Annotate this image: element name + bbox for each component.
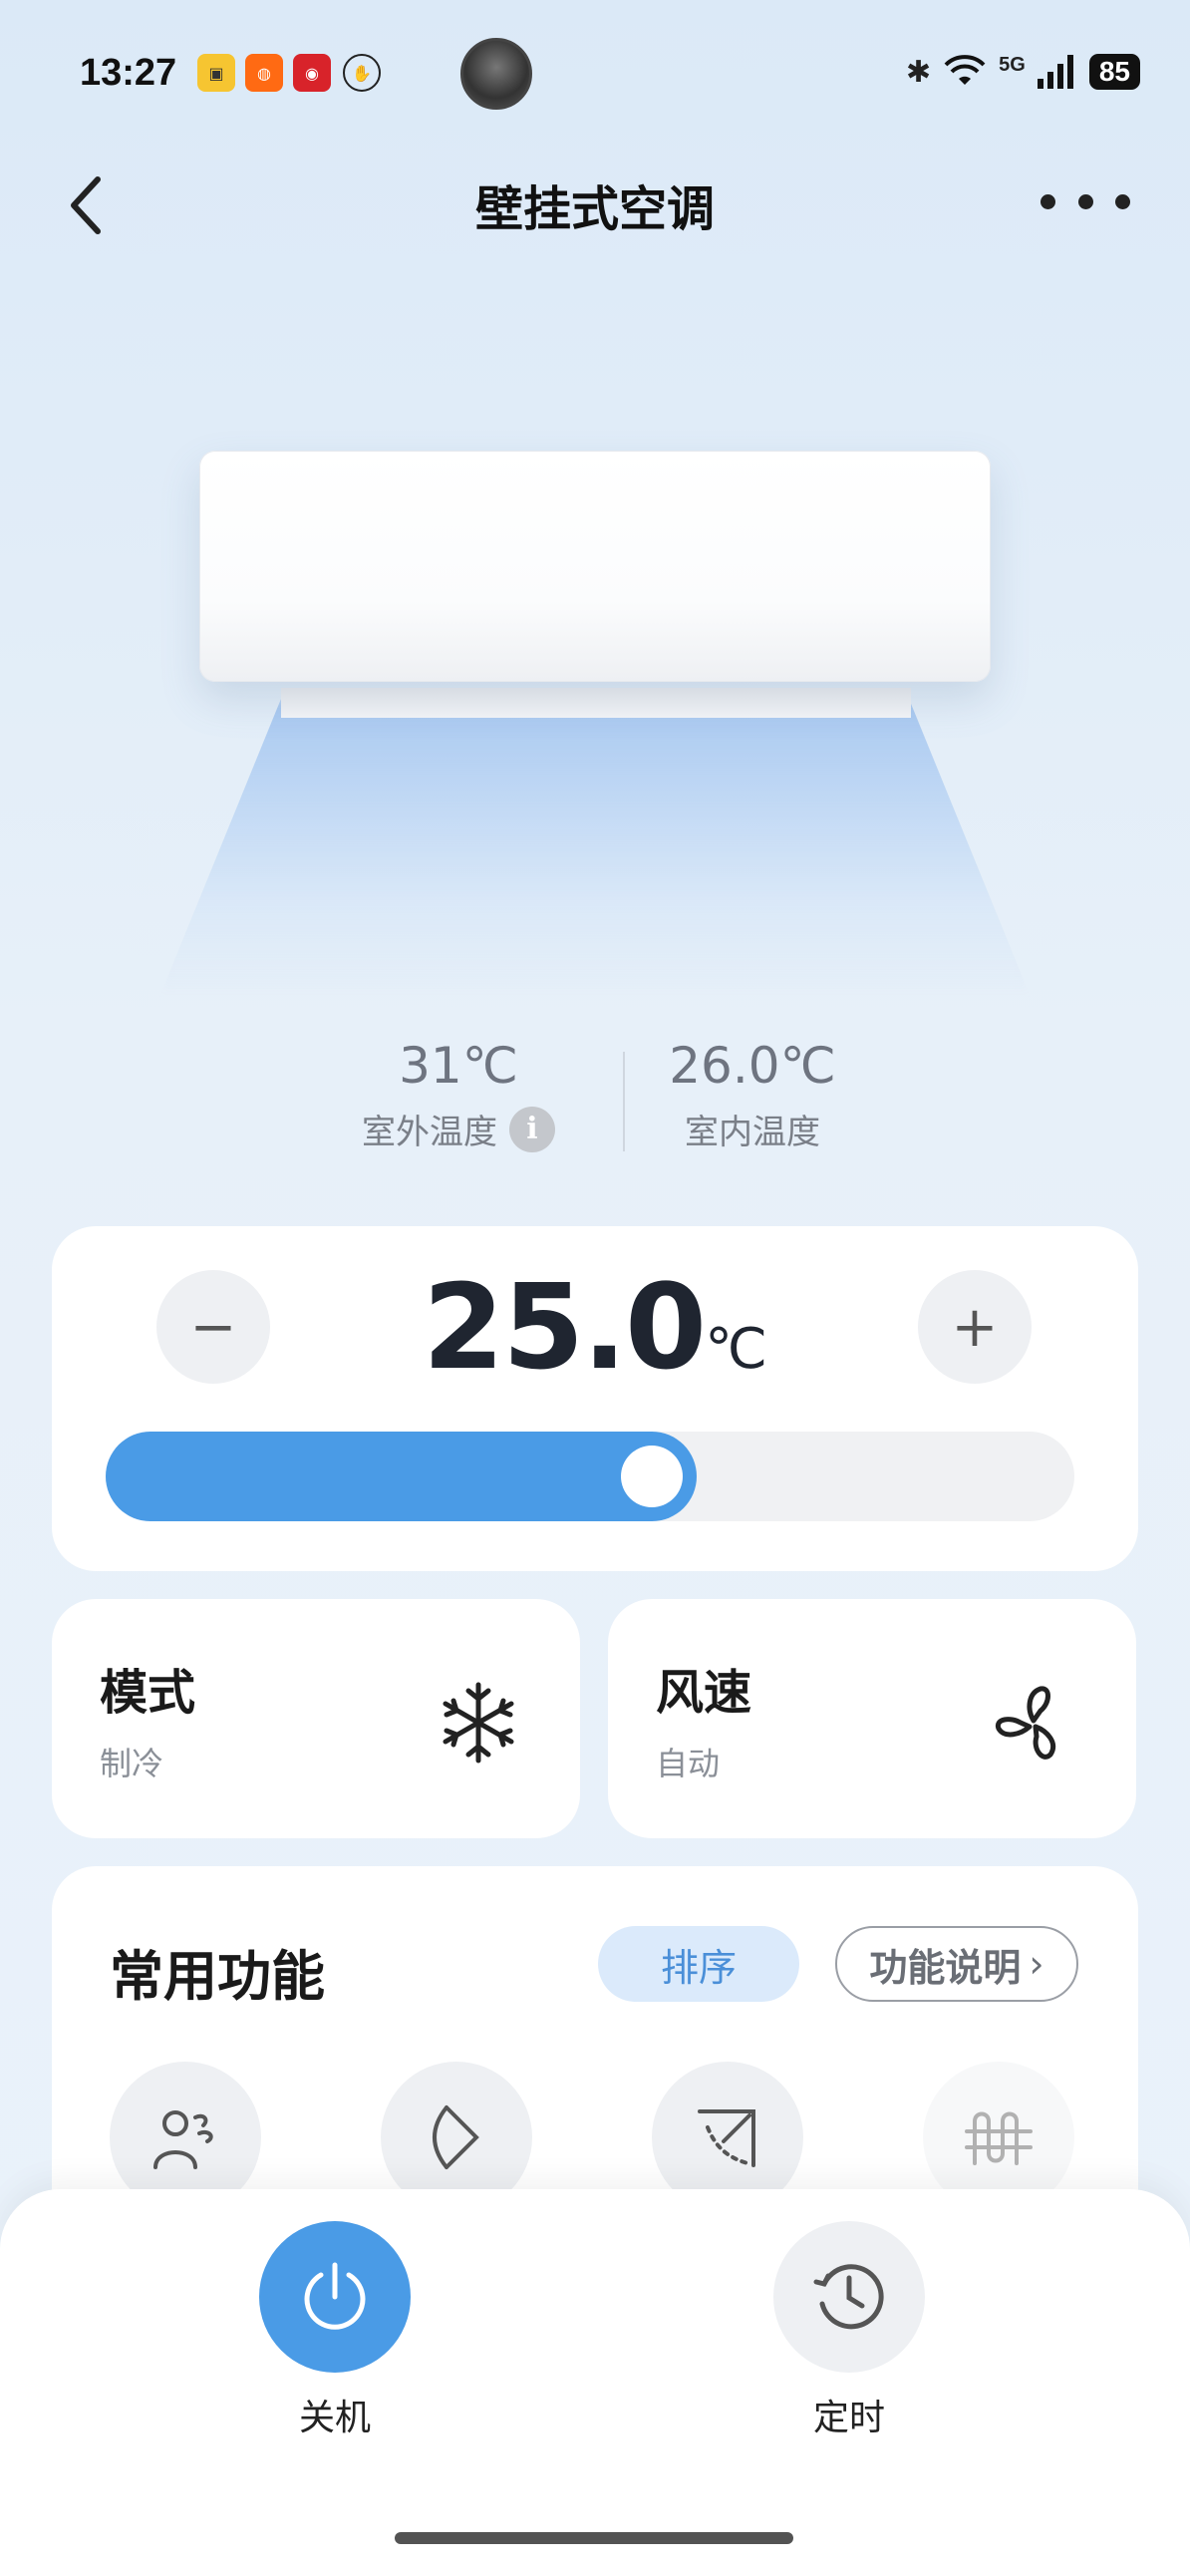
fan-speed-tile[interactable]: 风速 自动: [608, 1599, 1136, 1838]
outdoor-temperature: 31℃ 室外温度 i: [339, 1037, 578, 1153]
swing-icon: [433, 2105, 479, 2169]
wifi-icon: [944, 55, 986, 85]
target-temp-unit: ℃: [705, 1317, 768, 1382]
temperature-slider-thumb[interactable]: [621, 1446, 683, 1507]
home-indicator: [395, 2532, 793, 2544]
more-dot-icon: [1041, 193, 1055, 209]
indoor-temp-label: 室内温度: [685, 1113, 820, 1152]
target-temperature: 25.0℃: [0, 1258, 1190, 1396]
fan-value: 自动: [656, 1745, 721, 1782]
heater-icon: [965, 2111, 1033, 2165]
sort-button[interactable]: 排序: [598, 1926, 799, 2002]
network-type: 5G: [999, 54, 1026, 76]
temperature-slider-fill: [106, 1432, 697, 1521]
function-help-label: 功能说明: [869, 1945, 1022, 1990]
power-off-label: 关机: [298, 2398, 371, 2438]
snowflake-icon: [443, 1682, 514, 1764]
signal-icon: [1037, 55, 1073, 89]
function-help-button[interactable]: 功能说明 ›: [835, 1926, 1078, 2002]
temperature-slider[interactable]: [106, 1432, 1074, 1521]
air-conditioner-vent: [281, 688, 911, 718]
power-icon: [304, 2262, 366, 2330]
status-time: 13:27: [80, 52, 177, 94]
vent-direction-icon: [698, 2109, 755, 2167]
mode-title: 模式: [100, 1665, 196, 1721]
page-title: 壁挂式空调: [474, 181, 715, 237]
battery-indicator: 85: [1088, 54, 1140, 90]
taobao-notification-icon: ◍: [245, 54, 283, 92]
status-indicators: ✱ 5G 85: [906, 54, 1140, 90]
more-options-button[interactable]: [1041, 179, 1130, 223]
avatar[interactable]: [460, 38, 532, 110]
airflow-illustration: [159, 698, 1031, 997]
outdoor-temp-label: 室外温度: [362, 1113, 497, 1152]
clock-icon: [813, 2264, 884, 2330]
air-conditioner-illustration: [199, 451, 991, 682]
bottom-action-bar: [0, 2189, 1190, 2576]
power-off-button[interactable]: [259, 2221, 411, 2373]
tmall-notification-icon: ◉: [293, 54, 331, 92]
chevron-right-icon: ›: [1029, 1942, 1044, 1986]
notification-app-icon: ▣: [197, 54, 235, 92]
fan-icon: [995, 1686, 1056, 1760]
target-temp-value: 25.0: [422, 1258, 707, 1396]
indoor-temperature: 26.0℃ 室内温度: [658, 1037, 847, 1153]
person-wind-icon: [153, 2110, 213, 2169]
timer-button[interactable]: [773, 2221, 925, 2373]
info-icon[interactable]: i: [509, 1106, 555, 1152]
fan-title: 风速: [656, 1665, 752, 1721]
functions-title: 常用功能: [110, 1945, 325, 2008]
divider: [623, 1052, 625, 1151]
outdoor-temp-value: 31℃: [399, 1037, 518, 1095]
mode-value: 制冷: [100, 1745, 164, 1782]
mode-tile[interactable]: 模式 制冷: [52, 1599, 580, 1838]
hand-notification-icon: ✋: [343, 54, 381, 92]
indoor-temp-value: 26.0℃: [669, 1037, 836, 1095]
bluetooth-icon: ✱: [906, 55, 932, 89]
timer-label: 定时: [812, 2398, 885, 2438]
